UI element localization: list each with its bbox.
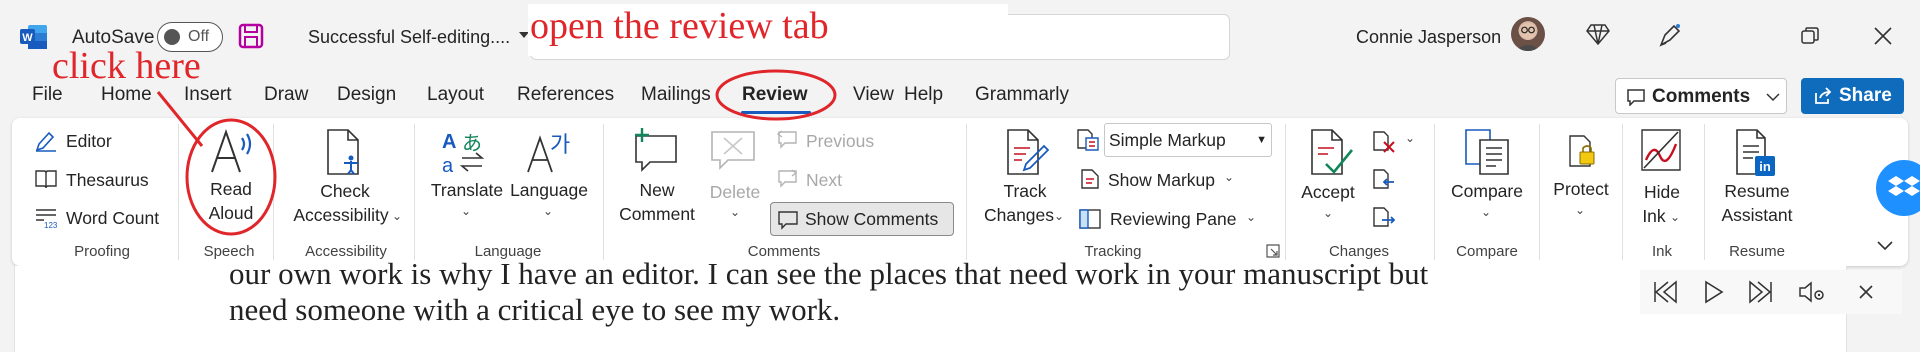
annotation-circle-review-tab (715, 69, 837, 121)
annotation-arrow-line (156, 91, 204, 147)
annotation-marks (156, 69, 837, 236)
annotation-circle-read-aloud (185, 118, 277, 236)
